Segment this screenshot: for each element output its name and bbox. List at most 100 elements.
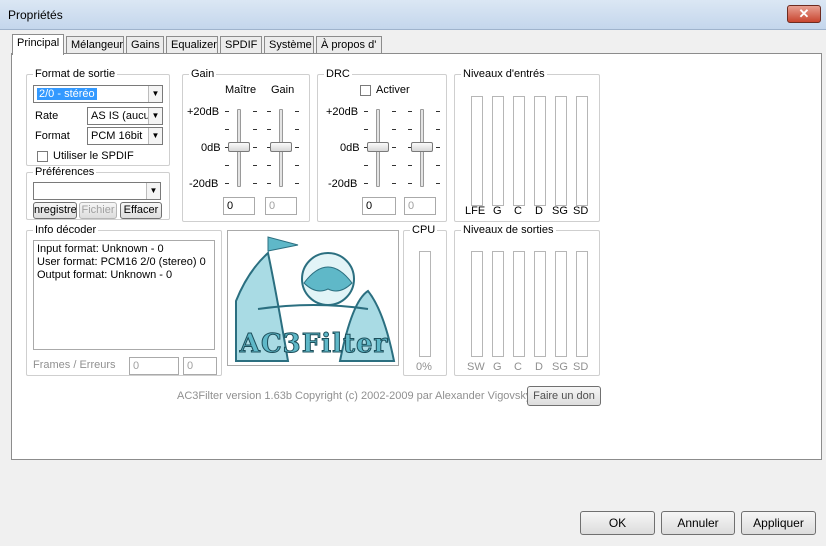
frames-input[interactable]: 0: [129, 357, 179, 375]
version-text: AC3Filter version 1.63b Copyright (c) 20…: [177, 390, 532, 402]
channel-label: SG: [552, 361, 568, 373]
tab-gains[interactable]: Gains: [126, 36, 164, 54]
level-meter: [555, 251, 567, 357]
tick-mark: [408, 165, 412, 166]
channel-label: G: [493, 361, 502, 373]
decoder-info-legend: Info décoder: [33, 224, 99, 236]
master-gain-thumb[interactable]: [228, 142, 250, 152]
drc-thumb-2[interactable]: [411, 142, 433, 152]
channel-label: SG: [552, 205, 568, 217]
ok-button[interactable]: OK: [580, 511, 655, 535]
master-gain-input[interactable]: 0: [223, 197, 255, 215]
tick-mark: [295, 165, 299, 166]
tick-mark: [267, 111, 271, 112]
delete-preset-button[interactable]: Effacer: [120, 202, 162, 219]
drc-legend: DRC: [324, 68, 352, 80]
input-levels-legend: Niveaux d'entrés: [461, 68, 547, 80]
tick-mark: [267, 129, 271, 130]
tab-a-propos[interactable]: À propos d': [316, 36, 382, 54]
level-meter: [492, 251, 504, 357]
drc-group: DRC Activer +20dB 0dB -20dB 0 0: [317, 68, 447, 222]
use-spdif-checkbox[interactable]: [37, 151, 48, 162]
tick-mark: [408, 129, 412, 130]
output-levels-group: Niveaux de sorties SW G C D SG SD: [454, 224, 600, 376]
tick-mark: [225, 111, 229, 112]
tick-mark: [253, 165, 257, 166]
channel-label: SD: [573, 361, 589, 373]
tick-mark: [436, 129, 440, 130]
pcm-format-value: PCM 16bit: [91, 130, 143, 142]
channel-label: LFE: [465, 205, 486, 217]
tick-mark: [392, 129, 396, 130]
drc-0db-label: 0dB: [340, 142, 360, 154]
level-meter: [534, 251, 546, 357]
output-format-select[interactable]: 2/0 - stéréo ▼: [33, 85, 163, 103]
tick-mark: [253, 129, 257, 130]
decoder-info-text[interactable]: Input format: Unknown - 0 User format: P…: [33, 240, 215, 350]
tick-mark: [408, 111, 412, 112]
cpu-value: 0%: [416, 361, 432, 373]
tab-panel-principal: Format de sortie 2/0 - stéréo ▼ Rate AS …: [11, 53, 822, 460]
tick-mark: [253, 147, 257, 148]
gain-legend: Gain: [189, 68, 217, 80]
cpu-legend: CPU: [410, 224, 438, 236]
drc-activate-label: Activer: [376, 84, 410, 96]
tab-melangeur[interactable]: Mélangeur: [66, 36, 124, 54]
pcm-format-select[interactable]: PCM 16bit ▼: [87, 127, 163, 145]
tick-mark: [364, 165, 368, 166]
drc-activate-checkbox[interactable]: [360, 85, 371, 96]
close-button[interactable]: ✕: [787, 5, 821, 23]
donate-button[interactable]: Faire un don: [527, 386, 601, 406]
file-preset-button[interactable]: Fichier: [79, 202, 117, 219]
tick-mark: [436, 111, 440, 112]
level-meter: [555, 96, 567, 206]
level-meter: [471, 251, 483, 357]
tick-mark: [436, 183, 440, 184]
tick-mark: [295, 129, 299, 130]
tab-principal[interactable]: Principal: [12, 34, 64, 55]
rate-select[interactable]: AS IS (aucu ▼: [87, 107, 163, 125]
input-levels-group: Niveaux d'entrés LFE G C D SG SD: [454, 68, 600, 222]
tick-mark: [364, 183, 368, 184]
tick-mark: [267, 165, 271, 166]
gain-0db-label: 0dB: [201, 142, 221, 154]
preferences-legend: Préférences: [33, 166, 97, 178]
tick-mark: [225, 183, 229, 184]
drc-thumb-1[interactable]: [367, 142, 389, 152]
drc-input-1[interactable]: 0: [362, 197, 396, 215]
gain-input[interactable]: 0: [265, 197, 297, 215]
gain-minus20-label: -20dB: [189, 178, 219, 190]
gain-thumb[interactable]: [270, 142, 292, 152]
tick-mark: [295, 147, 299, 148]
tick-mark: [436, 147, 440, 148]
pcm-format-label: Format: [35, 130, 70, 142]
tab-systeme[interactable]: Système: [264, 36, 314, 54]
drc-minus20-label: -20dB: [328, 178, 358, 190]
save-preset-button[interactable]: nregistre: [33, 202, 77, 219]
tick-mark: [392, 183, 396, 184]
master-gain-label: Maître: [225, 84, 257, 96]
tick-mark: [295, 111, 299, 112]
tick-mark: [392, 111, 396, 112]
tab-spdif[interactable]: SPDIF: [220, 36, 262, 54]
channel-label: SD: [573, 205, 589, 217]
drc-input-2[interactable]: 0: [404, 197, 436, 215]
output-format-legend: Format de sortie: [33, 68, 118, 80]
level-meter: [471, 96, 483, 206]
drc-plus20-label: +20dB: [326, 106, 359, 118]
chevron-down-icon: ▼: [146, 183, 160, 199]
level-meter: [513, 96, 525, 206]
errors-input[interactable]: 0: [183, 357, 217, 375]
level-meter: [576, 96, 588, 206]
cancel-button[interactable]: Annuler: [661, 511, 735, 535]
preset-select[interactable]: ▼: [33, 182, 161, 200]
level-meter: [534, 96, 546, 206]
channel-label: D: [535, 205, 543, 217]
apply-button[interactable]: Appliquer: [741, 511, 816, 535]
gain-slider-label: Gain: [271, 84, 295, 96]
output-format-value: 2/0 - stéréo: [37, 88, 97, 100]
channel-label: G: [493, 205, 502, 217]
output-levels-legend: Niveaux de sorties: [461, 224, 556, 236]
tick-mark: [295, 183, 299, 184]
tab-equalizer[interactable]: Equalizer: [166, 36, 218, 54]
